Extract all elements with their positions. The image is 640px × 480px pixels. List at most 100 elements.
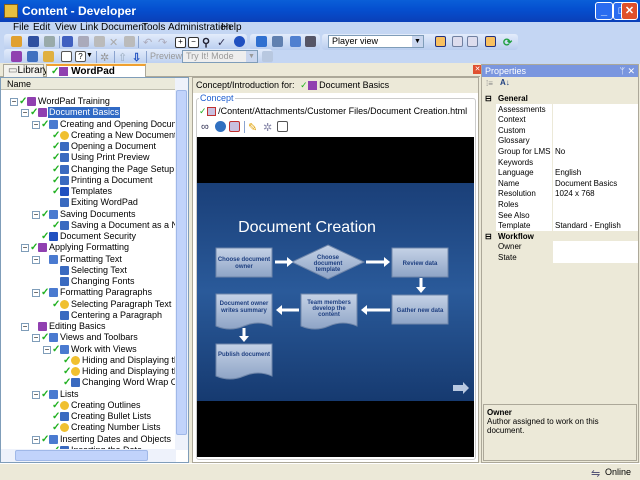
tree-item[interactable]: −✓Applying Formatting	[1, 242, 176, 253]
spellcheck-icon[interactable]: ✓	[217, 36, 228, 47]
redo-icon[interactable]: ↷	[158, 36, 169, 47]
scroll-thumb[interactable]	[176, 90, 187, 435]
property-value[interactable]	[553, 210, 638, 221]
preview-go-icon[interactable]	[262, 51, 273, 62]
property-value[interactable]	[553, 104, 638, 115]
delete-icon[interactable]: ✕	[109, 36, 120, 47]
toggle-pane-icon[interactable]	[485, 36, 496, 47]
property-row[interactable]: Owner	[482, 241, 638, 252]
property-row[interactable]: Resolution1024 x 768	[482, 188, 638, 199]
menu-view[interactable]: View	[55, 22, 77, 33]
preview-mode-select[interactable]: Try It! Mode▼	[182, 50, 258, 63]
tree-item[interactable]: Changing Fonts	[1, 276, 176, 287]
tree-item[interactable]: ✓Document Security	[1, 231, 176, 242]
menu-edit[interactable]: Edit	[33, 22, 50, 33]
export-icon[interactable]	[305, 36, 316, 47]
view-select[interactable]: Player view▼	[328, 35, 424, 48]
horizontal-scrollbar[interactable]	[1, 449, 176, 462]
properties-icon[interactable]	[124, 36, 135, 47]
preview-icon[interactable]	[277, 121, 288, 132]
tree-item[interactable]: −✓Document Basics	[1, 107, 176, 118]
find-icon[interactable]: ⚲	[202, 36, 213, 47]
collapse-icon[interactable]: ⊟	[485, 93, 492, 104]
tree-item[interactable]: −✓WordPad Training	[1, 96, 176, 107]
menu-document[interactable]: Document	[101, 22, 147, 33]
undo-icon[interactable]: ↶	[143, 36, 154, 47]
attachment-path[interactable]: /Content/Attachments/Customer Files/Docu…	[218, 106, 467, 116]
check-in-icon[interactable]	[256, 36, 267, 47]
property-value[interactable]: Standard - English	[553, 220, 638, 231]
property-row[interactable]: Assessments	[482, 104, 638, 115]
unlink-icon[interactable]: ✲	[263, 121, 274, 132]
tree-item[interactable]: ✓Saving a Document as a New File	[1, 220, 176, 231]
tree-item[interactable]: −✓Saving Documents	[1, 209, 176, 220]
collapse-toggle[interactable]: −	[32, 121, 40, 129]
property-row[interactable]: Keywords	[482, 157, 638, 168]
categorized-icon[interactable]: ⁞≡	[486, 79, 493, 88]
tab-wordpad-training[interactable]: ✓ WordPad Training ✕	[46, 64, 146, 77]
tree-item[interactable]: −Formatting Text	[1, 254, 176, 265]
tree-item[interactable]: ✓Creating Bullet Lists	[1, 411, 176, 422]
property-row[interactable]: Group for LMSNo	[482, 146, 638, 157]
check-out-icon[interactable]	[272, 36, 283, 47]
property-value[interactable]	[553, 157, 638, 168]
property-value[interactable]	[553, 252, 638, 263]
property-row[interactable]: Custom prope…	[482, 125, 638, 136]
collapse-toggle[interactable]: −	[32, 211, 40, 219]
link-break-icon[interactable]: ✲	[100, 51, 111, 62]
copy-icon[interactable]	[78, 36, 89, 47]
cut-icon[interactable]	[62, 36, 73, 47]
property-value[interactable]	[553, 114, 638, 125]
layout-single-icon[interactable]	[467, 36, 478, 47]
property-value[interactable]: 1024 x 768	[553, 188, 638, 199]
layout-columns-icon[interactable]	[435, 36, 446, 47]
layout-rows-icon[interactable]	[452, 36, 463, 47]
move-down-icon[interactable]: ⇩	[132, 51, 143, 62]
tree-item[interactable]: ✓Hiding and Displaying the Ruler	[1, 355, 176, 366]
menu-file[interactable]: File	[13, 22, 29, 33]
import-icon[interactable]	[290, 36, 301, 47]
tree-item[interactable]: ✓Creating Number Lists	[1, 422, 176, 433]
property-value[interactable]	[553, 135, 638, 146]
tree-item[interactable]: ✓Changing Word Wrap Options	[1, 377, 176, 388]
vertical-scrollbar[interactable]	[175, 78, 188, 450]
refresh-icon[interactable]: ⟳	[503, 36, 514, 47]
collapse-toggle[interactable]: −	[32, 334, 40, 342]
collapse-toggle[interactable]: −	[32, 256, 40, 264]
for-value[interactable]: Document Basics	[319, 80, 389, 90]
expand-icon[interactable]: +	[175, 37, 186, 48]
menu-link[interactable]: Link	[80, 22, 98, 33]
collapse-toggle[interactable]: −	[32, 436, 40, 444]
property-category[interactable]: ⊟General	[482, 93, 638, 104]
collapse-toggle[interactable]: −	[43, 346, 51, 354]
tree-item[interactable]: −✓Work with Views	[1, 344, 176, 355]
property-value[interactable]: No	[553, 146, 638, 157]
collapse-toggle[interactable]: −	[21, 109, 29, 117]
tree-item[interactable]: ✓Hiding and Displaying the Status	[1, 366, 176, 377]
close-button[interactable]: ✕	[621, 2, 638, 20]
tree-item[interactable]: ✓Creating Outlines	[1, 400, 176, 411]
tree-item[interactable]: Selecting Text	[1, 265, 176, 276]
tree-item[interactable]: ✓Changing the Page Setup	[1, 164, 176, 175]
tree-item[interactable]: −✓Views and Toolbars	[1, 332, 176, 343]
save-icon[interactable]	[28, 36, 39, 47]
tree-item[interactable]: −✓Inserting Dates and Objects	[1, 434, 176, 445]
attachment-icon[interactable]	[229, 121, 240, 132]
tree-item[interactable]: −Editing Basics	[1, 321, 176, 332]
collapse-toggle[interactable]: −	[10, 98, 18, 106]
property-row[interactable]: LanguageEnglish	[482, 167, 638, 178]
tree-item[interactable]: ✓Creating a New Document	[1, 130, 176, 141]
collapse-toggle[interactable]: −	[21, 323, 29, 331]
tree-column-header[interactable]: Name	[1, 78, 176, 90]
property-value[interactable]	[553, 125, 638, 136]
open-icon[interactable]	[11, 36, 22, 47]
property-row[interactable]: Roles	[482, 199, 638, 210]
new-section-icon[interactable]	[27, 51, 38, 62]
minimize-button[interactable]: _	[595, 2, 613, 20]
property-row[interactable]: State	[482, 252, 638, 263]
help-icon[interactable]	[234, 36, 245, 47]
tree-item[interactable]: −✓Lists	[1, 389, 176, 400]
property-row[interactable]: See Also	[482, 210, 638, 221]
pin-icon[interactable]: ᛘ	[620, 65, 625, 77]
move-up-icon[interactable]: ⇧	[118, 51, 129, 62]
